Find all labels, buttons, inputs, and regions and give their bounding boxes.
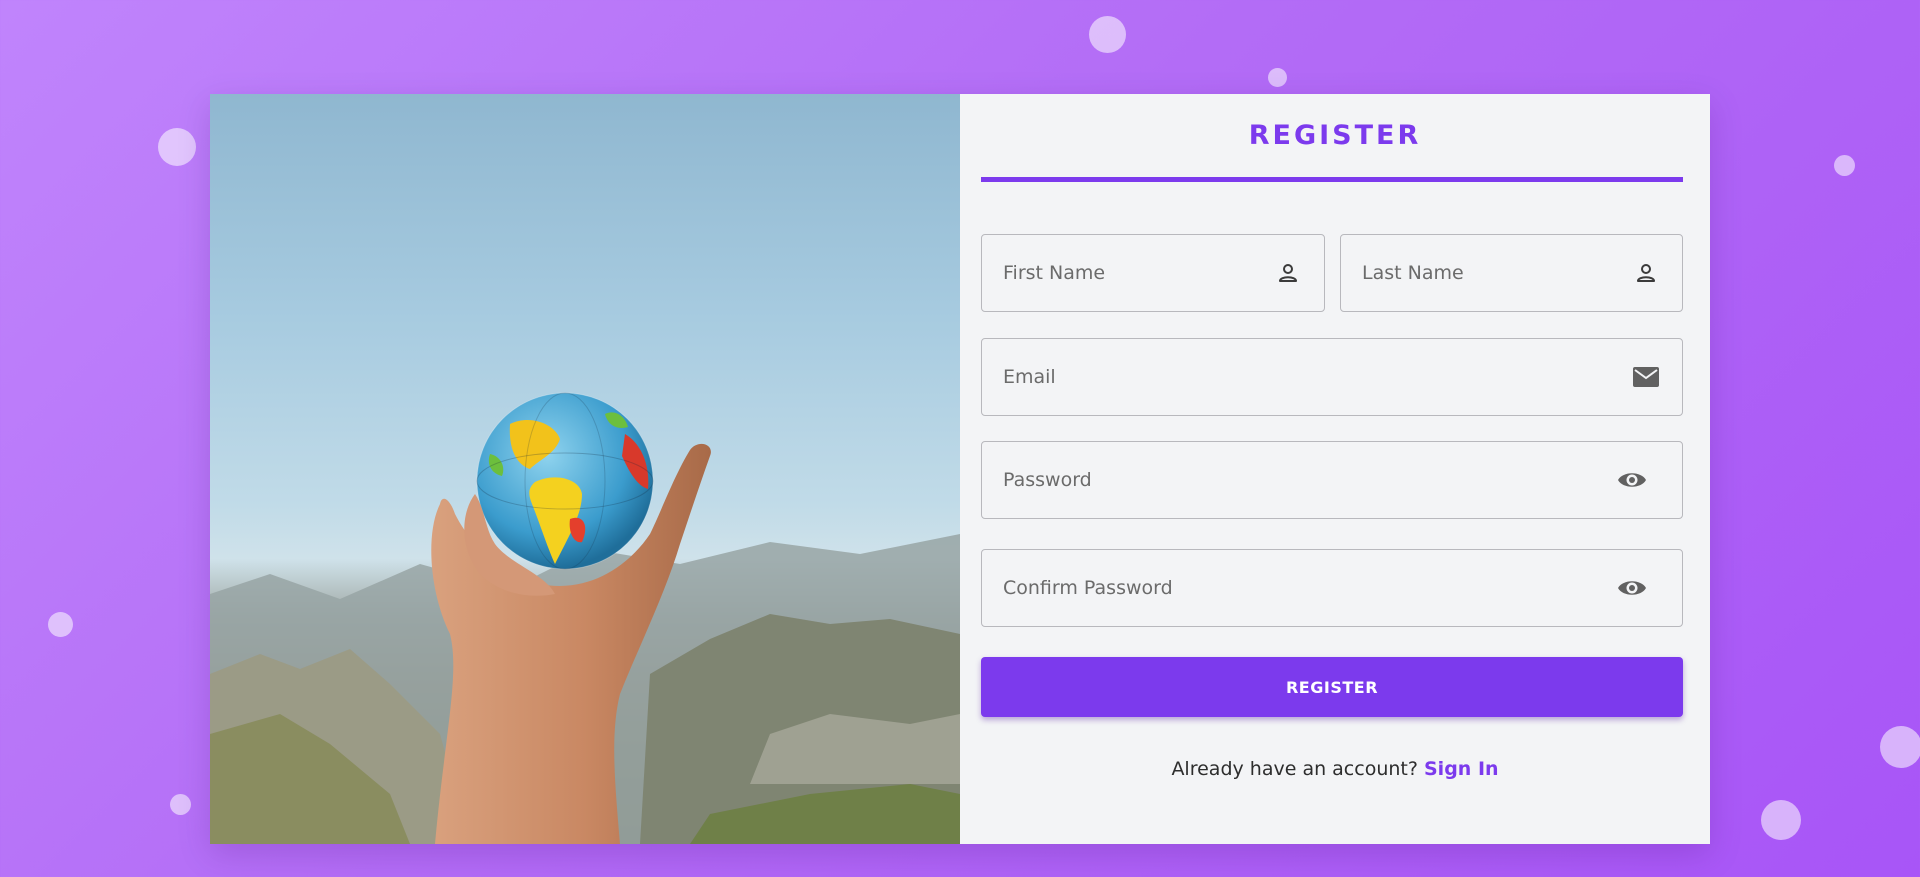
- first-name-placeholder: First Name: [1003, 262, 1106, 284]
- background-bubble: [1880, 726, 1920, 768]
- eye-icon[interactable]: [1617, 465, 1647, 495]
- mail-icon: [1631, 362, 1661, 392]
- background-bubble: [1761, 800, 1801, 840]
- last-name-placeholder: Last Name: [1362, 262, 1464, 284]
- person-icon: [1273, 258, 1303, 288]
- title-underline: [981, 177, 1683, 182]
- password-field[interactable]: Password: [981, 441, 1683, 519]
- background-bubble: [158, 128, 196, 166]
- password-placeholder: Password: [1003, 469, 1092, 491]
- globe-photo: [210, 94, 960, 844]
- register-form: REGISTER First Name Last Name Email Pass…: [960, 94, 1710, 844]
- eye-icon[interactable]: [1617, 573, 1647, 603]
- background-bubble: [170, 794, 191, 815]
- background-bubble: [1834, 155, 1855, 176]
- first-name-field[interactable]: First Name: [981, 234, 1325, 312]
- person-icon: [1631, 258, 1661, 288]
- signin-prompt: Already have an account?: [1171, 758, 1418, 780]
- background-bubble: [1089, 16, 1126, 53]
- email-field[interactable]: Email: [981, 338, 1683, 416]
- signin-link[interactable]: Sign In: [1424, 758, 1499, 780]
- form-title: REGISTER: [1248, 120, 1422, 151]
- signin-row: Already have an account? Sign In: [960, 758, 1710, 780]
- confirm-password-field[interactable]: Confirm Password: [981, 549, 1683, 627]
- email-placeholder: Email: [1003, 366, 1056, 388]
- confirm-password-placeholder: Confirm Password: [1003, 577, 1173, 599]
- register-button[interactable]: REGISTER: [981, 657, 1683, 717]
- last-name-field[interactable]: Last Name: [1340, 234, 1683, 312]
- background-bubble: [48, 612, 73, 637]
- background-bubble: [1268, 68, 1287, 87]
- register-card: REGISTER First Name Last Name Email Pass…: [210, 94, 1710, 844]
